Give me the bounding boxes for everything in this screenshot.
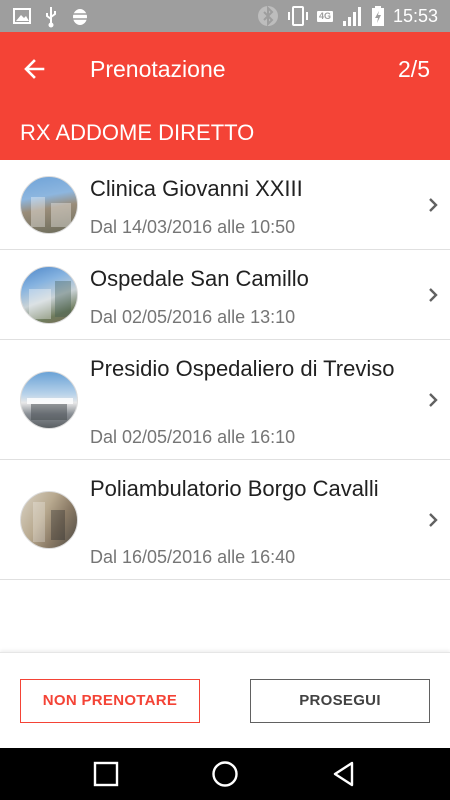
image-icon [13,8,31,24]
facility-name: Ospedale San Camillo [90,266,309,291]
facility-name: Presidio Ospedaliero di Treviso [90,356,395,381]
chevron-right-icon [429,288,438,302]
chevron-right-icon [429,513,438,527]
continue-button[interactable]: PROSEGUI [250,679,430,723]
vibrate-icon [287,6,308,26]
home-circle-icon[interactable] [211,760,239,788]
clock: 15:53 [392,6,438,26]
back-button[interactable] [18,54,52,84]
status-bar: 4G 15:53 [0,0,450,32]
bluetooth-icon [257,5,278,27]
facility-item-ospedale-san-camillo[interactable]: Ospedale San Camillo Dal 02/05/2016 alle… [0,250,450,340]
facility-item-poliambulatorio-borgo-cavalli[interactable]: Poliambulatorio Borgo Cavalli Dal 16/05/… [0,460,450,580]
facility-name: Clinica Giovanni XXIII [90,176,303,201]
skip-booking-button[interactable]: NON PRENOTARE [20,679,200,723]
app-bar: Prenotazione 2/5 RX ADDOME DIRETTO [0,32,450,160]
facility-photo [20,371,78,429]
facility-item-clinica-giovanni[interactable]: Clinica Giovanni XXIII Dal 14/03/2016 al… [0,160,450,250]
chevron-right-icon [429,393,438,407]
facility-photo [20,266,78,324]
arrow-left-icon [24,59,45,79]
action-bar: NON PRENOTARE PROSEGUI [0,652,450,749]
facility-name: Poliambulatorio Borgo Cavalli [90,476,379,501]
back-triangle-icon[interactable] [330,760,358,788]
facility-availability: Dal 16/05/2016 alle 16:40 [90,547,296,567]
page-title: Prenotazione [90,56,226,82]
usb-icon [46,7,56,28]
facility-photo [20,176,78,234]
android-debug-icon [71,9,89,25]
facility-availability: Dal 14/03/2016 alle 10:50 [90,217,296,237]
facility-availability: Dal 02/05/2016 alle 16:10 [90,427,296,447]
signal-icon [342,7,361,26]
facility-availability: Dal 02/05/2016 alle 13:10 [90,307,296,327]
battery-charging-icon [371,6,384,26]
system-nav-bar [0,748,450,800]
chevron-right-icon [429,198,438,212]
recents-square-icon[interactable] [92,760,120,788]
network-4g-icon: 4G [316,10,333,22]
facility-item-presidio-treviso[interactable]: Presidio Ospedaliero di Treviso Dal 02/0… [0,340,450,460]
facility-photo [20,491,78,549]
exam-name: RX ADDOME DIRETTO [20,120,255,145]
step-indicator: 2/5 [398,56,430,82]
facility-list: Clinica Giovanni XXIII Dal 14/03/2016 al… [0,160,450,580]
